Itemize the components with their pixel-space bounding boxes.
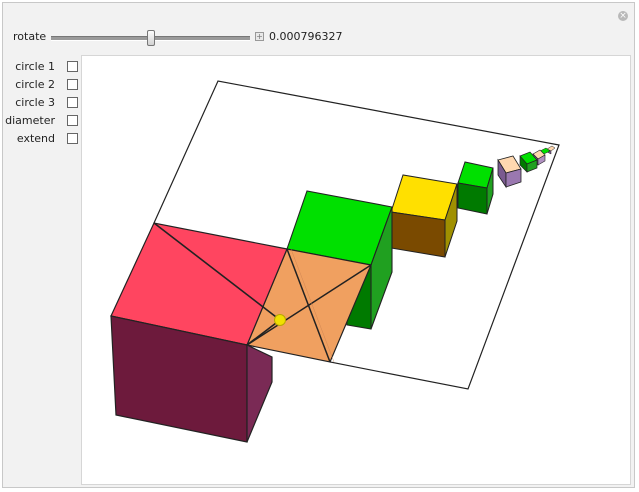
checkbox-row-circle-2: circle 2 [11, 77, 81, 95]
checkbox-row-extend: extend [11, 131, 81, 149]
cube-yellow [390, 174, 458, 258]
cube-green-medium [457, 161, 494, 215]
3d-graphics-viewport[interactable] [81, 55, 631, 485]
checkbox-row-diameter: diameter [5, 113, 81, 131]
rotate-label: rotate [13, 30, 47, 43]
circle-3-checkbox[interactable] [67, 97, 78, 108]
close-icon[interactable]: × [618, 11, 628, 21]
checkbox-label: circle 1 [15, 60, 55, 73]
checkbox-group: circle 1 circle 2 circle 3 diameter exte… [5, 59, 81, 149]
expand-controls-icon[interactable]: + [255, 32, 264, 41]
extend-checkbox[interactable] [67, 133, 78, 144]
manipulate-panel: × rotate + 0.000796327 circle 1 circle 2… [2, 2, 635, 488]
rotate-value: 0.000796327 [269, 30, 343, 43]
checkbox-row-circle-3: circle 3 [11, 95, 81, 113]
diameter-checkbox[interactable] [67, 115, 78, 126]
checkbox-label: extend [16, 132, 55, 145]
3d-scene[interactable] [82, 56, 630, 484]
checkbox-row-circle-1: circle 1 [11, 59, 81, 77]
center-point [274, 314, 286, 326]
circle-2-checkbox[interactable] [67, 79, 78, 90]
rotate-slider[interactable] [51, 30, 250, 46]
checkbox-label: circle 3 [15, 96, 55, 109]
checkbox-label: diameter [5, 114, 55, 127]
circle-1-checkbox[interactable] [67, 61, 78, 72]
checkbox-label: circle 2 [15, 78, 55, 91]
rotate-control: rotate + 0.000796327 [13, 29, 613, 46]
rotate-slider-thumb[interactable] [146, 30, 155, 46]
